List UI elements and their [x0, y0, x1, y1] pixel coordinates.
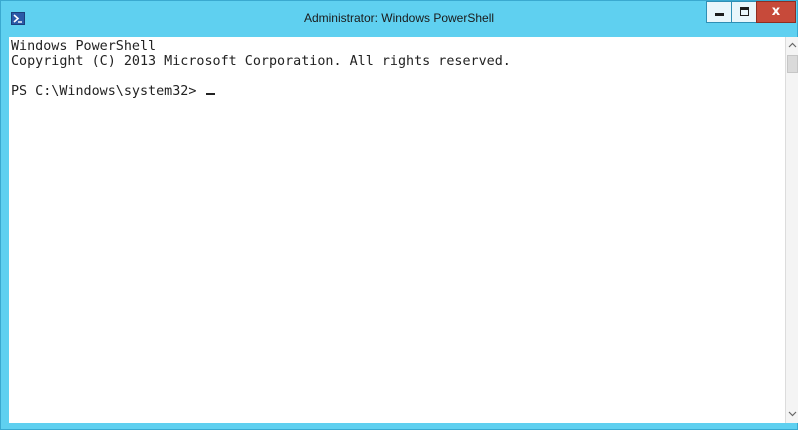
window-title: Administrator: Windows PowerShell: [303, 11, 495, 25]
console-output: Windows PowerShell Copyright (C) 2013 Mi…: [11, 39, 511, 99]
vertical-scrollbar[interactable]: [785, 37, 798, 423]
powershell-window: Administrator: Windows PowerShell x Wind…: [0, 0, 798, 430]
minimize-button[interactable]: [706, 1, 731, 23]
chevron-up-icon[interactable]: [786, 37, 798, 54]
close-icon: x: [771, 4, 781, 19]
text-cursor: [206, 93, 216, 95]
maximize-button[interactable]: [731, 1, 756, 23]
close-button[interactable]: x: [756, 1, 796, 23]
console-line-banner: Windows PowerShell: [11, 39, 157, 54]
chevron-down-icon[interactable]: [786, 406, 798, 423]
scrollbar-thumb[interactable]: [787, 55, 798, 73]
console-area[interactable]: Windows PowerShell Copyright (C) 2013 Mi…: [9, 37, 785, 423]
title-bar[interactable]: Administrator: Windows PowerShell x: [1, 1, 797, 37]
minimize-icon: [715, 13, 724, 16]
console-line-copyright: Copyright (C) 2013 Microsoft Corporation…: [11, 54, 511, 69]
maximize-icon: [740, 7, 749, 16]
console-prompt: PS C:\Windows\system32>: [11, 84, 205, 99]
